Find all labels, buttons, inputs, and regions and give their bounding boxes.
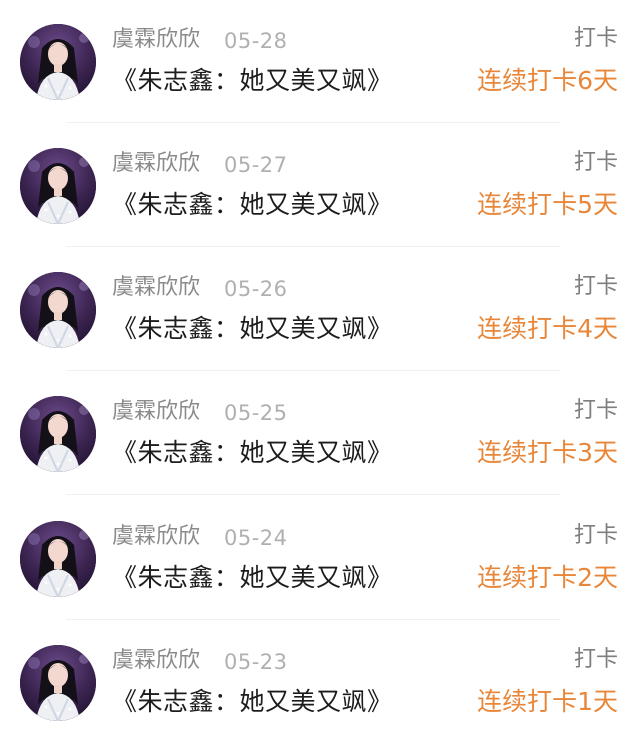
checkin-action-label: 打卡 [573,26,618,51]
checkin-list: 虞霖欣欣 05-28 打卡 《朱志鑫：她又美又飒》 连续打卡6天 虞霖欣欣 05… [0,0,640,746]
username: 虞霖欣欣 [112,399,201,424]
book-title[interactable]: 《朱志鑫：她又美又飒》 [112,188,393,222]
streak-badge: 连续打卡4天 [477,314,618,343]
streak-badge: 连续打卡1天 [477,687,618,716]
book-title[interactable]: 《朱志鑫：她又美又飒》 [112,561,393,595]
user-avatar-icon[interactable] [20,148,96,224]
list-item[interactable]: 虞霖欣欣 05-25 打卡 《朱志鑫：她又美又飒》 连续打卡3天 [0,372,640,496]
username: 虞霖欣欣 [112,151,201,176]
user-avatar-icon[interactable] [20,272,96,348]
user-avatar-icon[interactable] [20,396,96,472]
list-item[interactable]: 虞霖欣欣 05-27 打卡 《朱志鑫：她又美又飒》 连续打卡5天 [0,124,640,248]
streak-badge: 连续打卡2天 [477,563,618,592]
streak-badge: 连续打卡6天 [477,66,618,95]
book-title[interactable]: 《朱志鑫：她又美又飒》 [112,436,393,470]
list-item[interactable]: 虞霖欣欣 05-23 打卡 《朱志鑫：她又美又飒》 连续打卡1天 [0,621,640,745]
checkin-date: 05-27 [224,153,288,177]
checkin-date: 05-24 [224,526,288,550]
checkin-action-label: 打卡 [573,274,618,299]
checkin-date: 05-26 [224,277,288,301]
list-item[interactable]: 虞霖欣欣 05-26 打卡 《朱志鑫：她又美又飒》 连续打卡4天 [0,248,640,372]
username: 虞霖欣欣 [112,524,201,549]
streak-badge: 连续打卡5天 [477,190,618,219]
checkin-date: 05-28 [224,29,288,53]
checkin-action-label: 打卡 [573,150,618,175]
checkin-date: 05-25 [224,401,288,425]
checkin-action-label: 打卡 [573,398,618,423]
book-title[interactable]: 《朱志鑫：她又美又飒》 [112,64,393,98]
row-divider [66,122,560,123]
book-title[interactable]: 《朱志鑫：她又美又飒》 [112,312,393,346]
checkin-action-label: 打卡 [573,647,618,672]
list-item[interactable]: 虞霖欣欣 05-28 打卡 《朱志鑫：她又美又飒》 连续打卡6天 [0,0,640,124]
username: 虞霖欣欣 [112,648,201,673]
row-divider [66,370,560,371]
checkin-date: 05-23 [224,650,288,674]
checkin-action-label: 打卡 [573,523,618,548]
user-avatar-icon[interactable] [20,521,96,597]
row-divider [66,619,560,620]
streak-badge: 连续打卡3天 [477,438,618,467]
book-title[interactable]: 《朱志鑫：她又美又飒》 [112,685,393,719]
user-avatar-icon[interactable] [20,24,96,100]
list-item[interactable]: 虞霖欣欣 05-24 打卡 《朱志鑫：她又美又飒》 连续打卡2天 [0,497,640,621]
username: 虞霖欣欣 [112,27,201,52]
row-divider [66,246,560,247]
user-avatar-icon[interactable] [20,645,96,721]
username: 虞霖欣欣 [112,275,201,300]
row-divider [66,494,560,495]
